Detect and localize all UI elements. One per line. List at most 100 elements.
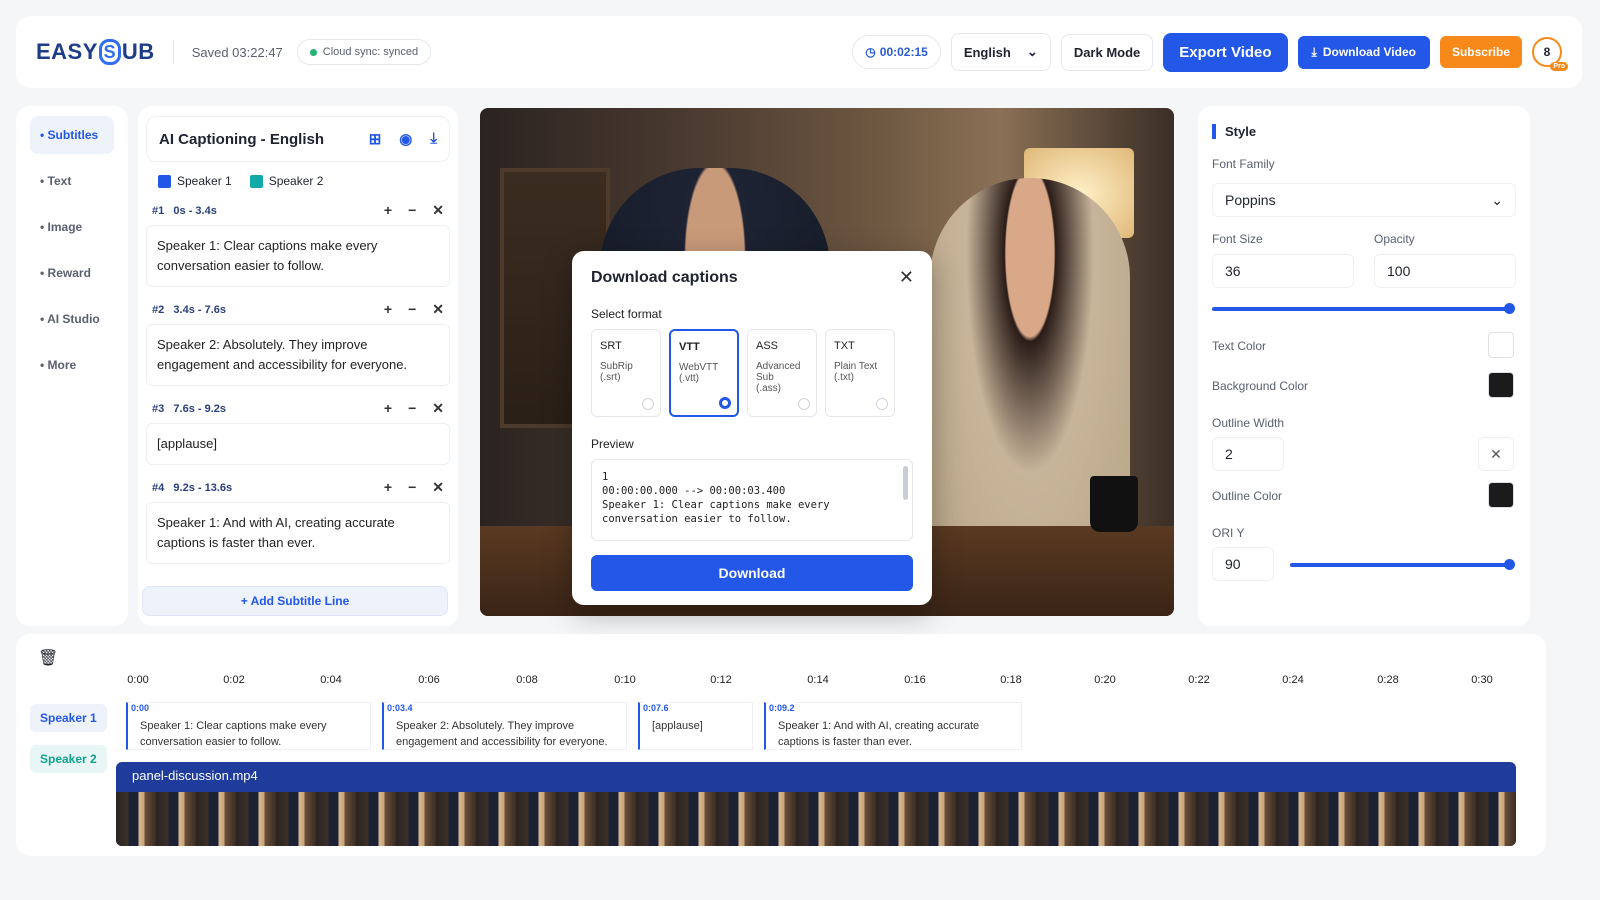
download-captions-modal: Download captions ✕ Select format SRT Sub…: [572, 251, 932, 605]
nav-item-more[interactable]: • More: [30, 346, 114, 384]
segment-time: 0:07.6: [643, 700, 669, 716]
timeline-segment[interactable]: 0:07.6 [applause]: [638, 700, 753, 750]
radio-button[interactable]: [876, 398, 888, 410]
line-id: #3: [152, 402, 165, 415]
line-text-input[interactable]: [applause]: [146, 423, 450, 466]
radio-button[interactable]: [719, 397, 731, 409]
font-size-label: Font Size: [1212, 232, 1263, 246]
close-icon[interactable]: ✕: [432, 479, 444, 496]
palette-icon[interactable]: ◉: [399, 130, 412, 148]
close-icon: ✕: [1490, 445, 1502, 462]
ori-y-slider[interactable]: [1290, 559, 1515, 570]
download-video-button[interactable]: ⤓ Download Video: [1297, 35, 1430, 69]
minus-icon[interactable]: −: [408, 400, 416, 417]
format-option-vtt[interactable]: VTT WebVTT (.vtt): [669, 329, 739, 417]
minus-icon[interactable]: −: [408, 301, 416, 318]
clear-outline-button[interactable]: ✕: [1478, 437, 1514, 471]
export-video-button[interactable]: Export Video: [1163, 32, 1288, 72]
add-icon[interactable]: +: [384, 479, 392, 496]
font-size-input[interactable]: 36: [1212, 254, 1354, 288]
preview-box[interactable]: 1 00:00:00.000 --> 00:00:03.400 Speaker …: [591, 459, 913, 541]
add-subtitle-line-button[interactable]: + Add Subtitle Line: [142, 586, 448, 616]
left-nav: • Subtitles • Text • Image • Reward • AI…: [16, 106, 128, 626]
opacity-input[interactable]: 100: [1374, 254, 1516, 288]
line-time: 9.2s - 13.6s: [173, 481, 233, 494]
line-text-input[interactable]: Speaker 2: Absolutely. They improve enga…: [146, 324, 450, 387]
download-button[interactable]: Download: [591, 555, 913, 591]
close-icon[interactable]: ✕: [899, 267, 914, 288]
preview-scrollbar[interactable]: [903, 466, 908, 500]
format-ext: (.ass): [756, 383, 781, 394]
timeline-segment[interactable]: 0:03.4 Speaker 2: Absolutely. They improv…: [382, 700, 627, 750]
timeline-speaker-2[interactable]: Speaker 2: [30, 745, 107, 773]
format-option-ass[interactable]: ASS Advanced Sub (.ass): [747, 329, 817, 417]
avatar[interactable]: 8 Pro: [1532, 37, 1568, 71]
add-icon[interactable]: +: [384, 301, 392, 318]
font-family-select[interactable]: Poppins ⌄: [1212, 183, 1516, 217]
format-option-srt[interactable]: SRT SubRip (.srt): [591, 329, 661, 417]
video-file-name: panel-discussion.mp4: [132, 768, 258, 783]
modal-title: Download captions: [591, 269, 738, 286]
text-color-swatch[interactable]: [1488, 332, 1514, 358]
video-track[interactable]: panel-discussion.mp4: [116, 762, 1516, 846]
ori-y-input[interactable]: 90: [1212, 547, 1274, 581]
radio-button[interactable]: [642, 398, 654, 410]
chevron-down-icon: ⌄: [1491, 191, 1503, 208]
slider-knob[interactable]: [1504, 303, 1515, 314]
format-name: Plain Text: [834, 361, 878, 372]
nav-item-subtitles[interactable]: • Subtitles: [30, 116, 114, 154]
download-video-label: Download Video: [1322, 45, 1416, 59]
preview-line: 00:00:00.000 --> 00:00:03.400: [602, 485, 786, 497]
format-option-txt[interactable]: TXT Plain Text (.txt): [825, 329, 895, 417]
dark-mode-button[interactable]: Dark Mode: [1060, 33, 1154, 71]
close-icon[interactable]: ✕: [432, 202, 444, 219]
time-tick: 0:12: [710, 674, 732, 686]
language-select[interactable]: English ⌄: [950, 33, 1051, 71]
timeline-segment[interactable]: 0:00 Speaker 1: Clear captions make every…: [126, 700, 371, 750]
grid-icon[interactable]: ⊞: [369, 130, 382, 148]
bg-color-label: Background Color: [1212, 379, 1309, 393]
preview-line: Speaker 1: Clear captions make every: [602, 499, 830, 511]
line-text-input[interactable]: Speaker 1: Clear captions make every con…: [146, 225, 450, 288]
line-time: 3.4s - 7.6s: [173, 303, 227, 316]
minus-icon[interactable]: −: [408, 202, 416, 219]
caption-line: #3 7.6s - 9.2s + − ✕ [applause]: [146, 400, 450, 466]
line-text-input[interactable]: Speaker 1: And with AI, creating accurat…: [146, 502, 450, 565]
segment-text: [applause]: [652, 720, 703, 732]
font-family-value: Poppins: [1225, 192, 1276, 208]
add-icon[interactable]: +: [384, 400, 392, 417]
caption-line: #4 9.2s - 13.6s + − ✕ Speaker 1: And with …: [146, 479, 450, 565]
nav-item-reward[interactable]: • Reward: [30, 254, 114, 292]
add-icon[interactable]: +: [384, 202, 392, 219]
subscribe-button[interactable]: Subscribe: [1439, 36, 1522, 68]
nav-item-text[interactable]: • Text: [30, 162, 114, 200]
trash-icon[interactable]: 🗑: [38, 648, 58, 668]
language-value: English: [963, 44, 1011, 60]
minus-icon[interactable]: −: [408, 479, 416, 496]
bg-color-swatch[interactable]: [1488, 372, 1514, 398]
timeline-segment[interactable]: 0:09.2 Speaker 1: And with AI, creating a…: [764, 700, 1022, 750]
outline-width-label: Outline Width: [1212, 416, 1285, 430]
legend-speaker-1: Speaker 1: [158, 174, 232, 189]
close-icon[interactable]: ✕: [432, 400, 444, 417]
line-time: 0s - 3.4s: [173, 204, 217, 217]
segment-text: Speaker 2: Absolutely. They improve enga…: [396, 720, 608, 748]
close-icon[interactable]: ✕: [432, 301, 444, 318]
radio-button[interactable]: [798, 398, 810, 410]
chevron-down-icon: ⌄: [1026, 44, 1038, 59]
timeline-speaker-1[interactable]: Speaker 1: [30, 704, 107, 732]
time-tick: 0:02: [223, 674, 245, 686]
slider-knob[interactable]: [1504, 559, 1515, 570]
size-slider[interactable]: [1212, 303, 1515, 314]
sync-label: Cloud sync: synced: [322, 46, 419, 58]
nav-item-ai-studio[interactable]: • AI Studio: [30, 300, 114, 338]
nav-label: Reward: [47, 266, 91, 280]
nav-item-image[interactable]: • Image: [30, 208, 114, 246]
outline-width-input[interactable]: 2: [1212, 437, 1284, 471]
outline-color-swatch[interactable]: [1488, 482, 1514, 508]
time-tick: 0:24: [1282, 674, 1304, 686]
header-divider: [172, 40, 174, 64]
video-thumbnails: [116, 792, 1516, 846]
cloud-sync-badge: Cloud sync: synced: [296, 39, 432, 65]
download-icon[interactable]: ⤓: [430, 130, 437, 148]
